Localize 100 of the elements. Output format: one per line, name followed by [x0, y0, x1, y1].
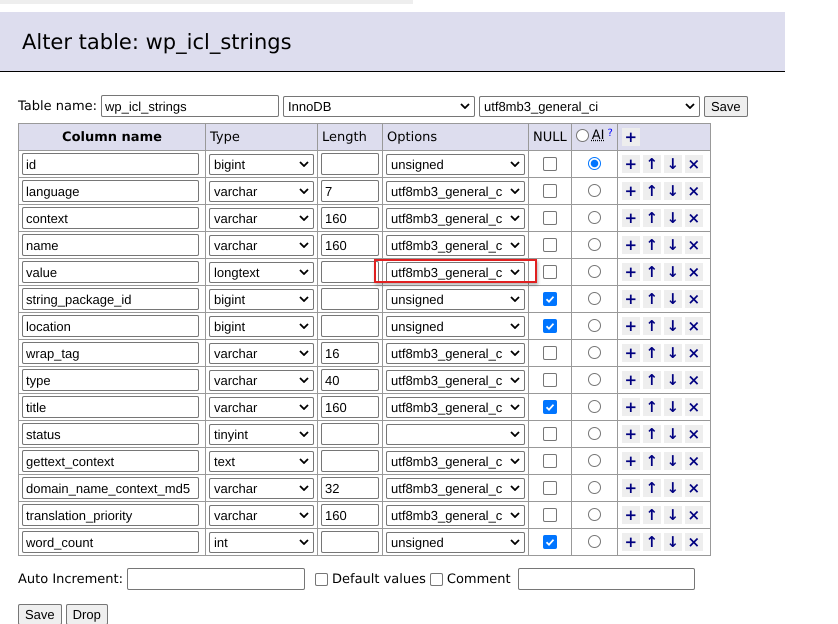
action-button[interactable]: Drop: [66, 604, 108, 624]
column-name-field[interactable]: string_package_id: [22, 288, 199, 310]
row-action-button[interactable]: +: [622, 209, 640, 227]
null-checkbox[interactable]: [542, 292, 557, 306]
null-checkbox[interactable]: [542, 184, 557, 198]
options-select[interactable]: utf8mb3_general_c: [386, 180, 525, 202]
row-action-button[interactable]: ↑: [642, 209, 661, 227]
auto-increment-radio[interactable]: [588, 184, 601, 198]
row-action-button[interactable]: ↑: [642, 290, 661, 308]
row-action-button[interactable]: ×: [684, 317, 703, 335]
column-name-field[interactable]: value: [22, 261, 199, 283]
auto-increment-radio[interactable]: [588, 265, 601, 278]
null-checkbox[interactable]: [542, 372, 557, 387]
type-select[interactable]: varchar: [209, 342, 314, 364]
row-action-button[interactable]: +: [622, 452, 640, 470]
table-name-field[interactable]: wp_icl_strings: [101, 95, 279, 117]
row-action-button[interactable]: ↓: [664, 371, 682, 389]
auto-increment-radio[interactable]: [588, 157, 601, 170]
type-select[interactable]: text: [209, 450, 314, 472]
row-action-button[interactable]: ×: [684, 344, 703, 362]
column-name-field[interactable]: gettext_context: [22, 450, 199, 472]
length-field[interactable]: 160: [321, 396, 379, 418]
column-name-field[interactable]: location: [22, 315, 199, 337]
row-action-button[interactable]: ↑: [642, 344, 661, 362]
row-action-button[interactable]: ×: [684, 290, 703, 308]
options-select[interactable]: utf8mb3_general_c: [386, 234, 525, 256]
row-action-button[interactable]: ×: [684, 263, 703, 281]
null-checkbox[interactable]: [542, 534, 557, 549]
length-field[interactable]: 160: [321, 504, 379, 526]
row-action-button[interactable]: +: [622, 533, 640, 551]
row-action-button[interactable]: +: [622, 182, 640, 200]
column-name-field[interactable]: status: [22, 423, 199, 445]
type-select[interactable]: varchar: [209, 396, 314, 418]
column-name-field[interactable]: type: [22, 369, 199, 391]
row-action-button[interactable]: ↑: [642, 155, 661, 173]
row-action-button[interactable]: ↓: [664, 398, 682, 416]
options-select[interactable]: utf8mb3_general_c: [386, 450, 525, 472]
auto-increment-radio[interactable]: [588, 346, 601, 360]
type-select[interactable]: varchar: [209, 234, 314, 256]
radio-button[interactable]: [576, 129, 589, 142]
row-action-button[interactable]: +: [622, 317, 640, 335]
type-select[interactable]: varchar: [209, 180, 314, 202]
column-name-field[interactable]: translation_priority: [22, 504, 199, 526]
options-select[interactable]: utf8mb3_general_c: [386, 396, 525, 418]
length-field[interactable]: [321, 315, 379, 337]
null-checkbox[interactable]: [542, 480, 557, 495]
length-field[interactable]: 160: [321, 207, 379, 229]
row-action-button[interactable]: ×: [684, 425, 703, 443]
row-action-button[interactable]: +: [622, 290, 640, 308]
auto-increment-radio[interactable]: [588, 508, 601, 522]
row-action-button[interactable]: ↓: [664, 452, 682, 470]
options-select[interactable]: utf8mb3_general_c: [386, 504, 525, 526]
auto-increment-radio[interactable]: [588, 454, 601, 468]
help-link[interactable]: ?: [607, 128, 613, 139]
length-field[interactable]: [321, 153, 379, 175]
row-action-button[interactable]: +: [622, 479, 640, 497]
row-action-button[interactable]: ↑: [642, 317, 661, 335]
row-action-button[interactable]: ×: [684, 182, 703, 200]
add-column-button[interactable]: +: [622, 128, 640, 146]
options-select[interactable]: utf8mb3_general_c: [386, 262, 525, 282]
row-action-button[interactable]: ↑: [642, 506, 661, 524]
row-action-button[interactable]: +: [622, 155, 640, 173]
row-action-button[interactable]: ↓: [664, 155, 682, 173]
auto-increment-radio[interactable]: [588, 211, 601, 224]
auto-increment-radio[interactable]: [588, 292, 601, 306]
type-select[interactable]: varchar: [209, 208, 314, 228]
auto-increment-radio[interactable]: [588, 319, 601, 332]
row-action-button[interactable]: ×: [684, 155, 703, 173]
action-button[interactable]: Save: [18, 604, 62, 624]
options-select[interactable]: unsigned: [386, 154, 525, 174]
column-name-field[interactable]: wrap_tag: [22, 342, 199, 364]
collation-select[interactable]: utf8mb3_general_ci: [479, 96, 700, 116]
default-values-checkbox[interactable]: [314, 572, 328, 586]
row-action-button[interactable]: ×: [684, 371, 703, 389]
null-checkbox[interactable]: [542, 508, 557, 522]
type-select[interactable]: varchar: [209, 370, 314, 390]
options-select[interactable]: unsigned: [386, 532, 525, 552]
null-checkbox[interactable]: [542, 238, 557, 252]
column-name-field[interactable]: context: [22, 207, 199, 229]
null-checkbox[interactable]: [542, 426, 557, 441]
column-name-field[interactable]: id: [22, 153, 199, 175]
column-name-field[interactable]: domain_name_context_md5: [22, 477, 199, 499]
row-action-button[interactable]: ↑: [642, 263, 661, 281]
options-select[interactable]: unsigned: [386, 288, 525, 310]
row-action-button[interactable]: ↓: [664, 533, 682, 551]
length-field[interactable]: 40: [321, 369, 379, 391]
null-checkbox[interactable]: [542, 156, 557, 171]
row-action-button[interactable]: +: [622, 398, 640, 416]
type-select[interactable]: varchar: [209, 504, 314, 526]
auto-increment-radio[interactable]: [588, 481, 601, 494]
row-action-button[interactable]: ↓: [664, 209, 682, 227]
row-action-button[interactable]: ×: [684, 236, 703, 254]
type-select[interactable]: int: [209, 532, 314, 552]
column-name-field[interactable]: word_count: [22, 531, 199, 553]
null-checkbox[interactable]: [542, 346, 557, 360]
length-field[interactable]: 32: [321, 477, 379, 499]
options-select[interactable]: utf8mb3_general_c: [386, 208, 525, 228]
null-checkbox[interactable]: [542, 400, 557, 414]
row-action-button[interactable]: ↑: [642, 236, 661, 254]
row-action-button[interactable]: ↓: [664, 425, 682, 443]
